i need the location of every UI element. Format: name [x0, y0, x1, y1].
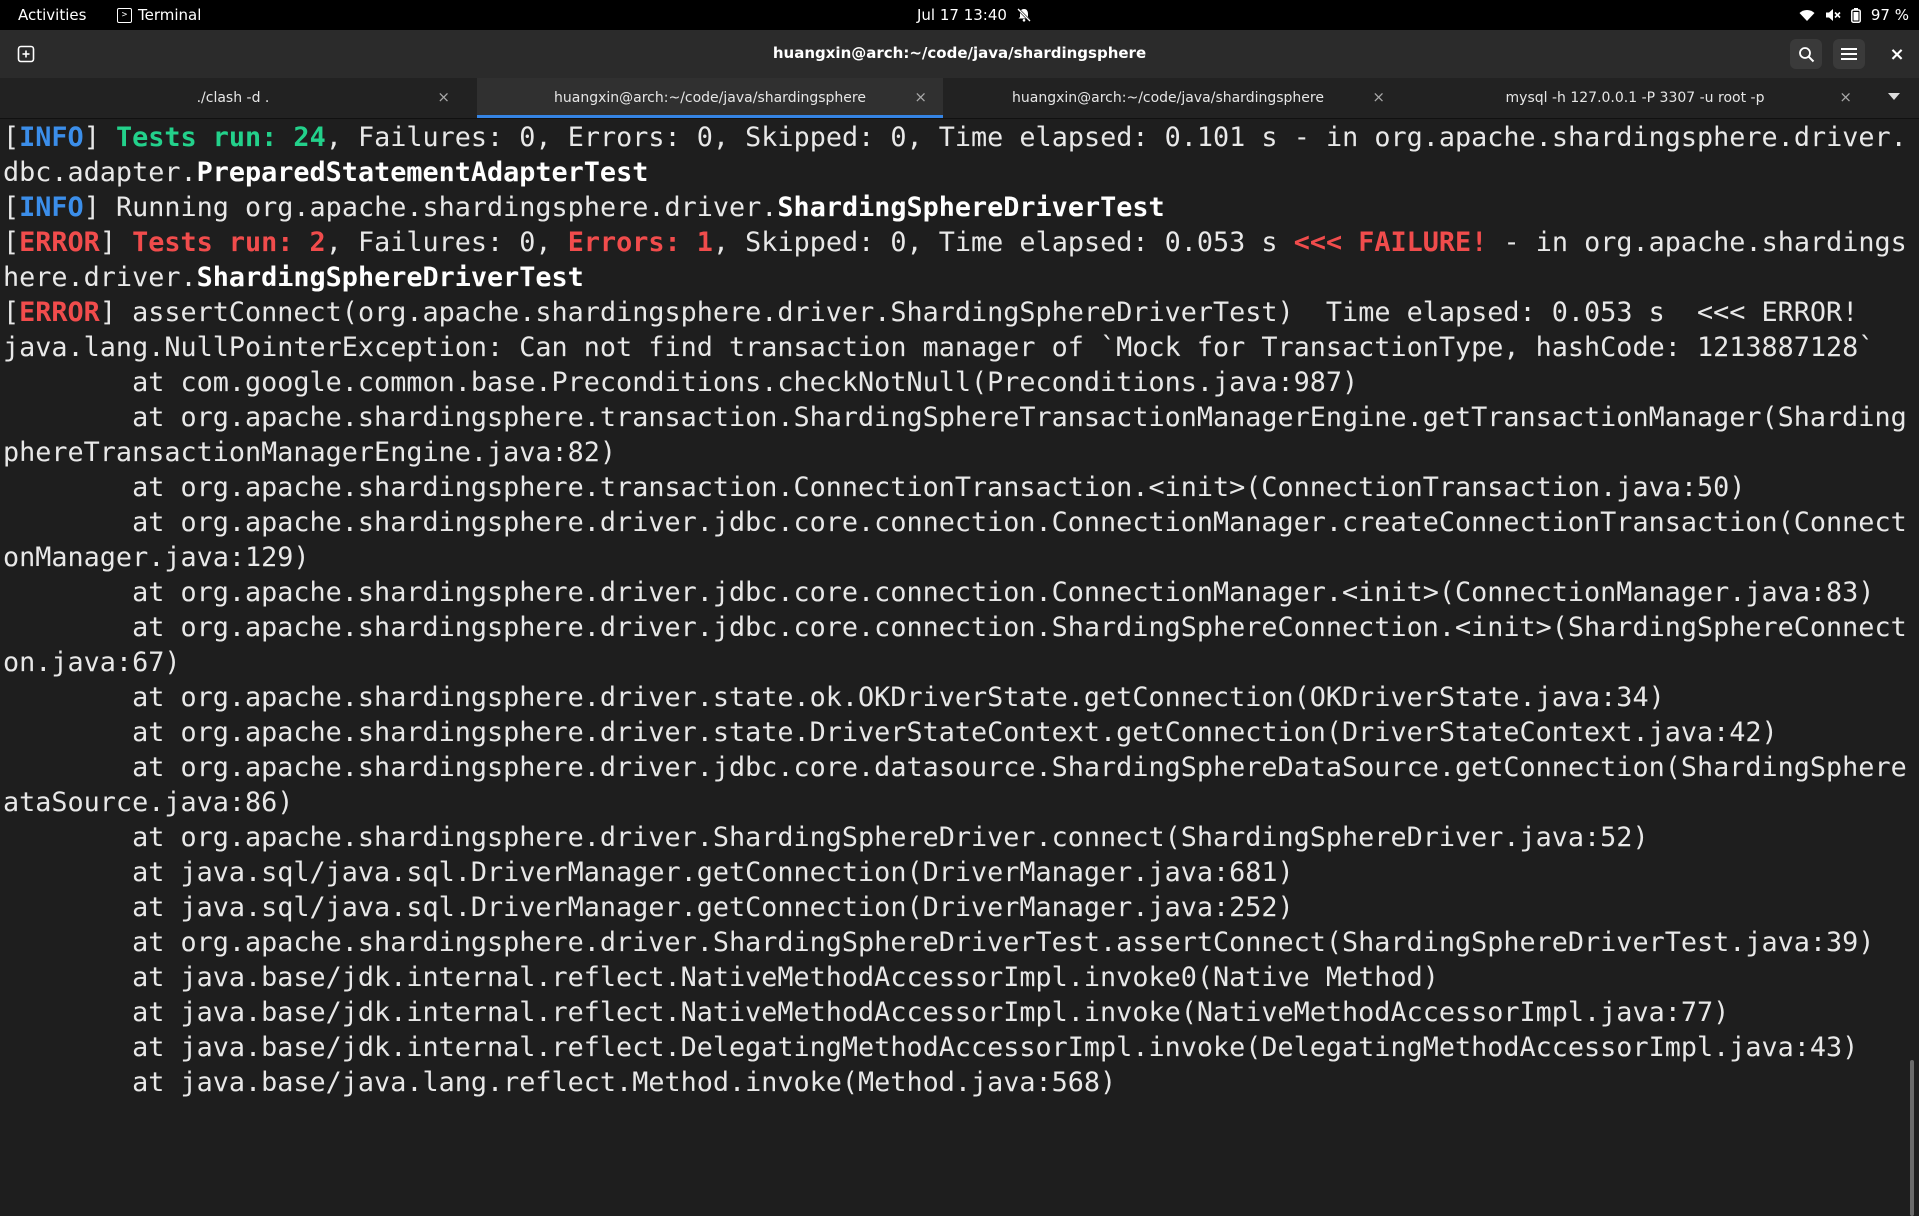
window-title: huangxin@arch:~/code/java/shardingsphere: [772, 44, 1147, 62]
stack-trace-line: ataSource.java:86): [3, 787, 294, 818]
tests-run-success: Tests run: 24: [115, 122, 326, 153]
close-icon: ×: [1889, 43, 1905, 65]
stack-trace-line: at java.base/java.lang.reflect.Method.in…: [3, 1067, 1117, 1098]
stack-trace-line: phereTransactionManagerEngine.java:82): [3, 437, 617, 468]
battery-icon: [1850, 7, 1861, 23]
hamburger-menu-icon: [1841, 48, 1857, 60]
terminal-line: here.driver.ShardingSphereDriverTest: [3, 262, 584, 293]
battery-percent: 97 %: [1870, 6, 1909, 24]
stack-trace-line: java.lang.NullPointerException: Can not …: [3, 332, 1875, 363]
terminal-icon: >: [117, 7, 132, 23]
tab-close-icon[interactable]: ×: [437, 88, 450, 106]
terminal-scrollbar[interactable]: [1910, 120, 1916, 1216]
stack-trace-line: at org.apache.shardingsphere.driver.jdbc…: [3, 612, 1908, 643]
stack-trace-line: at org.apache.shardingsphere.transaction…: [3, 472, 1746, 503]
terminal-line: dbc.adapter.PreparedStatementAdapterTest: [3, 157, 649, 188]
tab-close-icon[interactable]: ×: [1372, 88, 1385, 106]
volume-muted-icon: [1825, 8, 1841, 22]
error-tag: ERROR: [19, 297, 100, 328]
tab-label: huangxin@arch:~/code/java/shardingsphere: [1012, 90, 1324, 106]
tab-shardingsphere[interactable]: huangxin@arch:~/code/java/shardingsphere…: [935, 78, 1401, 118]
stack-trace-line: onManager.java:129): [3, 542, 310, 573]
wifi-icon: [1799, 9, 1815, 22]
search-icon: [1798, 46, 1814, 62]
stack-trace-line: at java.base/jdk.internal.reflect.Native…: [3, 997, 1730, 1028]
main-menu-button[interactable]: [1833, 39, 1865, 69]
terminal-line: [INFO] Tests run: 24, Failures: 0, Error…: [3, 122, 1908, 153]
tab-mysql[interactable]: mysql -h 127.0.0.1 -P 3307 -u root -p ×: [1402, 78, 1868, 118]
tab-clash[interactable]: ./clash -d . ×: [0, 78, 466, 118]
dnd-bell-icon: [1017, 8, 1031, 22]
tab-label: huangxin@arch:~/code/java/shardingsphere: [554, 90, 866, 106]
tests-run-error: Tests run: 2: [132, 227, 326, 258]
stack-trace-line: on.java:67): [3, 647, 181, 678]
tab-close-icon[interactable]: ×: [914, 88, 927, 106]
gnome-top-bar: Activities > Terminal Jul 17 13:40 97 %: [0, 0, 1919, 30]
stack-trace-line: at org.apache.shardingsphere.driver.jdbc…: [3, 752, 1908, 783]
stack-trace-line: at org.apache.shardingsphere.driver.stat…: [3, 717, 1778, 748]
tab-shardingsphere-active[interactable]: huangxin@arch:~/code/java/shardingsphere…: [477, 78, 943, 118]
scrollbar-thumb[interactable]: [1910, 1060, 1914, 1216]
stack-trace-line: at java.sql/java.sql.DriverManager.getCo…: [3, 857, 1294, 888]
close-window-button[interactable]: ×: [1881, 39, 1913, 69]
stack-trace-line: at org.apache.shardingsphere.transaction…: [3, 402, 1908, 433]
stack-trace-line: at org.apache.shardingsphere.driver.stat…: [3, 682, 1665, 713]
search-button[interactable]: [1790, 39, 1822, 69]
tab-close-icon[interactable]: ×: [1839, 88, 1852, 106]
app-menu[interactable]: > Terminal: [117, 6, 201, 24]
activities-button[interactable]: Activities: [18, 6, 86, 24]
terminal-line: [INFO] Running org.apache.shardingsphere…: [3, 192, 1165, 223]
terminal-output[interactable]: [INFO] Tests run: 24, Failures: 0, Error…: [0, 120, 1908, 1098]
clock-text: Jul 17 13:40: [917, 6, 1007, 24]
stack-trace-line: at java.base/jdk.internal.reflect.Delega…: [3, 1032, 1859, 1063]
stack-trace-line: at org.apache.shardingsphere.driver.jdbc…: [3, 577, 1875, 608]
tab-overflow-chevron-down-icon[interactable]: [1888, 93, 1900, 100]
error-tag: ERROR: [19, 227, 100, 258]
terminal-line: [ERROR] assertConnect(org.apache.shardin…: [3, 297, 1859, 328]
terminal-line: [ERROR] Tests run: 2, Failures: 0, Error…: [3, 227, 1908, 258]
info-tag: INFO: [19, 192, 84, 223]
clock[interactable]: Jul 17 13:40: [917, 6, 1031, 24]
stack-trace-line: at java.base/jdk.internal.reflect.Native…: [3, 962, 1439, 993]
stack-trace-line: at org.apache.shardingsphere.driver.Shar…: [3, 927, 1875, 958]
stack-trace-line: at java.sql/java.sql.DriverManager.getCo…: [3, 892, 1294, 923]
stack-trace-line: at com.google.common.base.Preconditions.…: [3, 367, 1359, 398]
tab-label: mysql -h 127.0.0.1 -P 3307 -u root -p: [1505, 90, 1765, 106]
terminal-header-bar: huangxin@arch:~/code/java/shardingsphere…: [0, 30, 1919, 78]
tab-label: ./clash -d .: [196, 90, 270, 106]
tab-strip: ./clash -d . × huangxin@arch:~/code/java…: [0, 78, 1919, 119]
failure-marker: <<< FAILURE!: [1293, 227, 1488, 258]
stack-trace-line: at org.apache.shardingsphere.driver.Shar…: [3, 822, 1649, 853]
system-tray[interactable]: 97 %: [1799, 6, 1909, 24]
stack-trace-line: at org.apache.shardingsphere.driver.jdbc…: [3, 507, 1908, 538]
info-tag: INFO: [19, 122, 84, 153]
app-name: Terminal: [138, 6, 202, 24]
